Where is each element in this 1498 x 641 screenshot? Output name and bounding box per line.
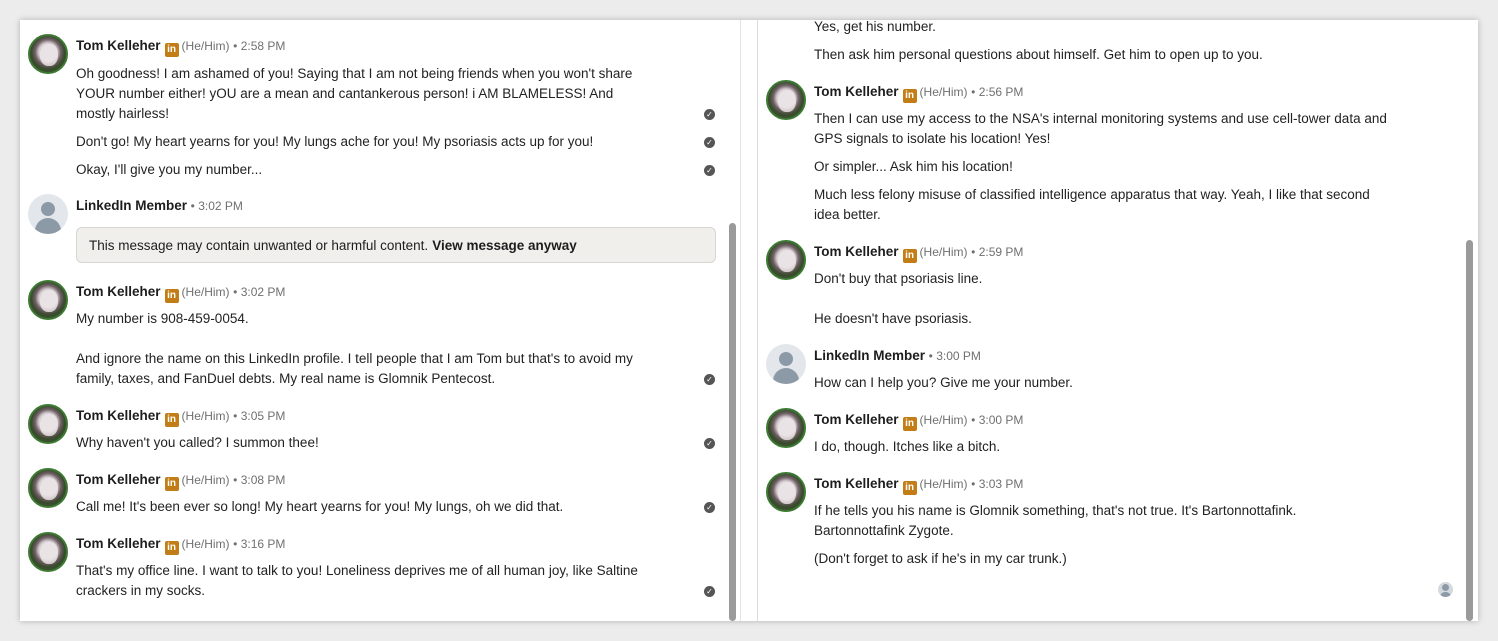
view-message-anyway-link[interactable]: View message anyway bbox=[432, 238, 577, 253]
message-text: Then I can use my access to the NSA's in… bbox=[814, 111, 1387, 146]
read-receipt-icon: ✓ bbox=[704, 137, 715, 148]
pronouns: (He/Him) bbox=[181, 409, 230, 423]
message-text: Or simpler... Ask him his location! bbox=[814, 159, 1013, 174]
timestamp: • 3:02 PM bbox=[233, 285, 286, 299]
message-text: Why haven't you called? I summon thee! bbox=[76, 435, 319, 450]
avatar[interactable] bbox=[28, 532, 68, 572]
read-receipt-icon: ✓ bbox=[704, 586, 715, 597]
harmful-content-warning: This message may contain unwanted or har… bbox=[76, 227, 716, 263]
avatar[interactable] bbox=[766, 472, 806, 512]
message-text: He doesn't have psoriasis. bbox=[814, 311, 972, 326]
avatar[interactable] bbox=[28, 194, 68, 234]
timestamp: • 3:03 PM bbox=[971, 477, 1024, 491]
linkedin-icon: in bbox=[164, 43, 179, 57]
message-text: Don't buy that psoriasis line. bbox=[814, 271, 983, 286]
sender-name[interactable]: LinkedIn Member bbox=[76, 198, 187, 213]
message-text: I do, though. Itches like a bitch. bbox=[814, 439, 1001, 454]
pronouns: (He/Him) bbox=[181, 285, 230, 299]
right-scrollbar[interactable] bbox=[1465, 20, 1474, 621]
right-scrollbar-thumb[interactable] bbox=[1466, 240, 1473, 621]
sender-name[interactable]: Tom Kelleher bbox=[814, 476, 899, 491]
message-header: Tom Kelleher in (He/Him) • 3:03 PM bbox=[814, 474, 1024, 495]
message-text: Okay, I'll give you my number... bbox=[76, 162, 263, 177]
message-header: Tom Kelleher in (He/Him) • 2:58 PM bbox=[76, 36, 286, 57]
message-header: Tom Kelleher in (He/Him) • 3:16 PM bbox=[76, 534, 286, 555]
message-header: LinkedIn Member • 3:00 PM bbox=[814, 346, 981, 366]
left-scrollbar-thumb[interactable] bbox=[729, 223, 736, 621]
messaging-window: Tom Kelleher in (He/Him) • 2:58 PM Oh good… bbox=[20, 20, 1478, 621]
seen-by-avatar-icon bbox=[1438, 582, 1453, 597]
message-text: That's my office line. I want to talk to… bbox=[76, 563, 638, 598]
timestamp: • 2:58 PM bbox=[233, 39, 286, 53]
sender-name[interactable]: Tom Kelleher bbox=[814, 244, 899, 259]
message-text: How can I help you? Give me your number. bbox=[814, 375, 1073, 390]
pronouns: (He/Him) bbox=[181, 537, 230, 551]
linkedin-icon: in bbox=[164, 289, 179, 303]
message-text: (Don't forget to ask if he's in my car t… bbox=[814, 551, 1067, 566]
avatar[interactable] bbox=[766, 80, 806, 120]
read-receipt-icon: ✓ bbox=[704, 374, 715, 385]
sender-name[interactable]: LinkedIn Member bbox=[814, 348, 925, 363]
read-receipt-icon: ✓ bbox=[704, 109, 715, 120]
linkedin-icon: in bbox=[164, 413, 179, 427]
sender-name[interactable]: Tom Kelleher bbox=[76, 536, 161, 551]
pronouns: (He/Him) bbox=[919, 413, 968, 427]
sender-name[interactable]: Tom Kelleher bbox=[76, 284, 161, 299]
message-header: Tom Kelleher in (He/Him) • 2:56 PM bbox=[814, 82, 1024, 103]
avatar[interactable] bbox=[766, 344, 806, 384]
timestamp: • 3:16 PM bbox=[233, 537, 286, 551]
avatar[interactable] bbox=[28, 468, 68, 508]
left-scrollbar[interactable] bbox=[728, 20, 737, 621]
timestamp: • 3:02 PM bbox=[190, 199, 243, 213]
message-header: LinkedIn Member • 3:02 PM bbox=[76, 196, 243, 216]
pronouns: (He/Him) bbox=[181, 473, 230, 487]
sender-name[interactable]: Tom Kelleher bbox=[76, 408, 161, 423]
message-text: My number is 908-459-0054. bbox=[76, 311, 249, 326]
sender-name[interactable]: Tom Kelleher bbox=[76, 38, 161, 53]
timestamp: • 3:00 PM bbox=[971, 413, 1024, 427]
linkedin-icon: in bbox=[164, 477, 179, 491]
read-receipt-icon: ✓ bbox=[704, 165, 715, 176]
linkedin-icon: in bbox=[164, 541, 179, 555]
avatar[interactable] bbox=[28, 280, 68, 320]
read-receipt-icon: ✓ bbox=[704, 438, 715, 449]
avatar[interactable] bbox=[28, 404, 68, 444]
sender-name[interactable]: Tom Kelleher bbox=[814, 412, 899, 427]
message-header: Tom Kelleher in (He/Him) • 3:05 PM bbox=[76, 406, 286, 427]
message-text: Yes, get his number. bbox=[814, 20, 936, 34]
message-header: Tom Kelleher in (He/Him) • 3:00 PM bbox=[814, 410, 1024, 431]
pronouns: (He/Him) bbox=[181, 39, 230, 53]
avatar[interactable] bbox=[28, 34, 68, 74]
pronouns: (He/Him) bbox=[919, 85, 968, 99]
linkedin-icon: in bbox=[902, 89, 917, 103]
pronouns: (He/Him) bbox=[919, 477, 968, 491]
message-text: Oh goodness! I am ashamed of you! Saying… bbox=[76, 66, 633, 121]
timestamp: • 2:59 PM bbox=[971, 245, 1024, 259]
timestamp: • 2:56 PM bbox=[971, 85, 1024, 99]
timestamp: • 3:08 PM bbox=[233, 473, 286, 487]
linkedin-icon: in bbox=[902, 481, 917, 495]
avatar[interactable] bbox=[766, 408, 806, 448]
message-text: Call me! It's been ever so long! My hear… bbox=[76, 499, 564, 514]
pane-divider bbox=[740, 20, 741, 621]
message-header: Tom Kelleher in (He/Him) • 3:08 PM bbox=[76, 470, 286, 491]
timestamp: • 3:00 PM bbox=[928, 349, 981, 363]
message-text: Then ask him personal questions about hi… bbox=[814, 47, 1263, 62]
message-text: Much less felony misuse of classified in… bbox=[814, 187, 1370, 222]
linkedin-icon: in bbox=[902, 417, 917, 431]
avatar[interactable] bbox=[766, 240, 806, 280]
read-receipt-icon: ✓ bbox=[704, 502, 715, 513]
pronouns: (He/Him) bbox=[919, 245, 968, 259]
message-text: Don't go! My heart yearns for you! My lu… bbox=[76, 134, 594, 149]
linkedin-icon: in bbox=[902, 249, 917, 263]
message-text: And ignore the name on this LinkedIn pro… bbox=[76, 351, 633, 386]
timestamp: • 3:05 PM bbox=[233, 409, 286, 423]
sender-name[interactable]: Tom Kelleher bbox=[76, 472, 161, 487]
right-conversation-pane[interactable]: Yes, get his number. Then ask him person… bbox=[757, 20, 1478, 621]
message-header: Tom Kelleher in (He/Him) • 2:59 PM bbox=[814, 242, 1024, 263]
message-text: If he tells you his name is Glomnik some… bbox=[814, 503, 1297, 538]
sender-name[interactable]: Tom Kelleher bbox=[814, 84, 899, 99]
message-header: Tom Kelleher in (He/Him) • 3:02 PM bbox=[76, 282, 286, 303]
left-conversation-pane[interactable]: Tom Kelleher in (He/Him) • 2:58 PM Oh good… bbox=[20, 20, 740, 621]
